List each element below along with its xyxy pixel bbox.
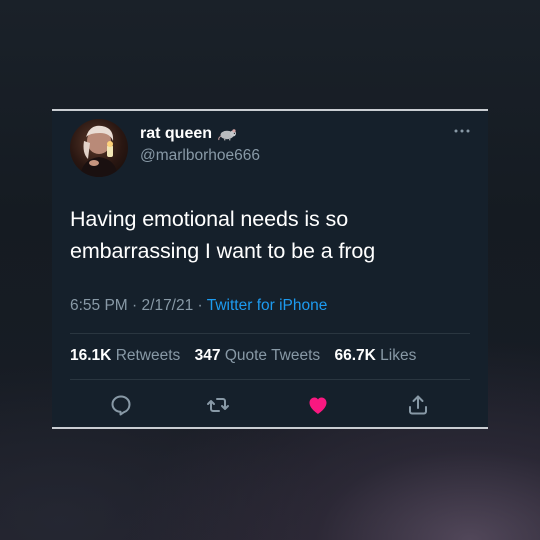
more-options-icon[interactable] xyxy=(452,125,472,137)
author-name[interactable]: rat queen xyxy=(140,125,212,143)
author-handle[interactable]: @marlborhoe666 xyxy=(140,147,260,165)
retweets-label: Retweets xyxy=(115,347,181,364)
author-name-row[interactable]: rat queen xyxy=(140,125,238,143)
rat-icon xyxy=(218,129,237,141)
tweet-text: Having emotional needs is so embarrassin… xyxy=(70,203,470,267)
tweet-stats: 16.1K Retweets 347 Quote Tweets 66.7K Li… xyxy=(70,347,416,365)
tweet-text-line: embarrassing I want to be a frog xyxy=(70,239,376,263)
like-icon[interactable] xyxy=(306,393,330,417)
tweet-time[interactable]: 6:55 PM xyxy=(70,297,128,314)
tweet-card: rat queen @marlborhoe666 Having emotiona… xyxy=(52,109,488,429)
retweets-stat[interactable]: 16.1K Retweets xyxy=(70,347,180,364)
tweet-date[interactable]: 2/17/21 xyxy=(142,297,194,314)
tweet-text-line: Having emotional needs is so xyxy=(70,207,349,231)
quote-tweets-stat[interactable]: 347 Quote Tweets xyxy=(195,347,321,364)
tweet-source-link[interactable]: Twitter for iPhone xyxy=(207,297,328,314)
retweet-icon[interactable] xyxy=(206,393,230,417)
likes-count: 66.7K xyxy=(334,347,376,364)
reply-icon[interactable] xyxy=(109,393,133,417)
divider xyxy=(70,333,470,334)
share-icon[interactable] xyxy=(406,393,430,417)
divider xyxy=(70,379,470,380)
meta-separator: · xyxy=(197,297,207,314)
retweets-count: 16.1K xyxy=(70,347,112,364)
likes-label: Likes xyxy=(380,347,417,364)
quote-tweets-count: 347 xyxy=(194,347,221,364)
avatar[interactable] xyxy=(70,119,128,177)
tweet-actions xyxy=(52,393,488,417)
quote-tweets-label: Quote Tweets xyxy=(224,347,321,364)
tweet-meta: 6:55 PM · 2/17/21 · Twitter for iPhone xyxy=(70,297,327,315)
likes-stat[interactable]: 66.7K Likes xyxy=(334,347,416,364)
meta-separator: · xyxy=(132,297,142,314)
